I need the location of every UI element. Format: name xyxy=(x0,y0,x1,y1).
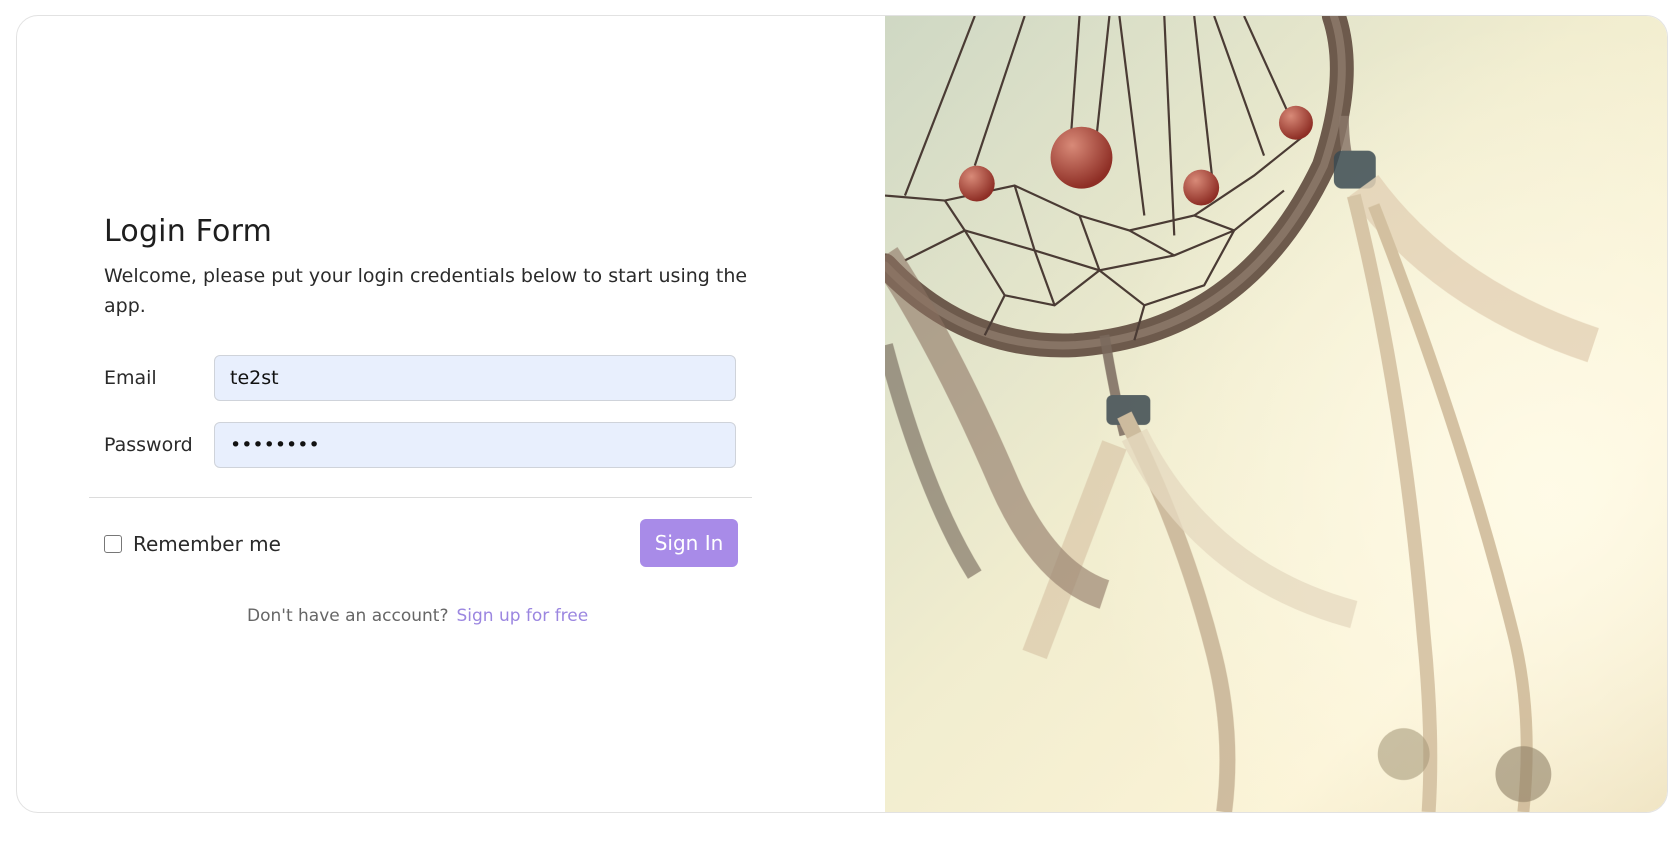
form-divider xyxy=(89,497,752,498)
password-label: Password xyxy=(104,434,193,456)
sign-in-button[interactable]: Sign In xyxy=(640,519,738,567)
login-form-pane: Login Form Welcome, please put your logi… xyxy=(17,16,885,812)
signup-link[interactable]: Sign up for free xyxy=(456,606,588,626)
form-subtitle: Welcome, please put your login credentia… xyxy=(104,265,748,317)
password-row: Password xyxy=(104,422,757,470)
signup-prompt: Don't have an account? xyxy=(247,606,449,626)
email-input[interactable] xyxy=(214,355,736,401)
dreamcatcher-photo xyxy=(885,16,1667,812)
email-row: Email xyxy=(104,355,757,403)
dreamcatcher-image xyxy=(885,16,1667,812)
signup-prompt-line: Don't have an account? Sign up for free xyxy=(247,606,588,626)
email-label: Email xyxy=(104,367,157,389)
remember-me-checkbox[interactable] xyxy=(104,535,122,553)
form-title: Login Form xyxy=(104,214,273,249)
password-input[interactable] xyxy=(214,422,736,468)
remember-me-label: Remember me xyxy=(133,532,281,556)
login-card: Login Form Welcome, please put your logi… xyxy=(16,15,1668,813)
remember-me[interactable]: Remember me xyxy=(104,532,281,556)
